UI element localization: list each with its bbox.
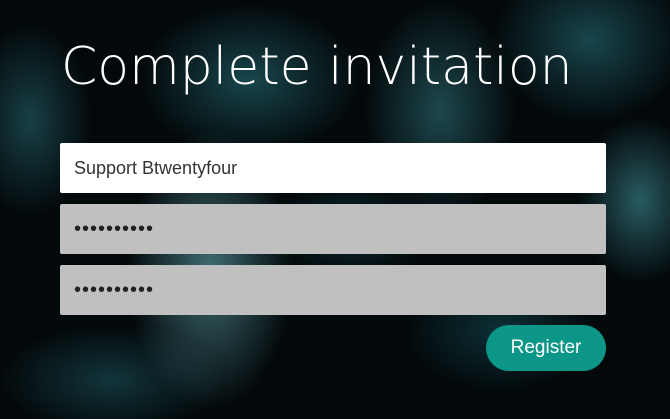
confirm-password-input[interactable] [60,265,606,315]
password-input[interactable] [60,204,606,254]
page-title: Complete invitation [61,37,573,97]
username-input[interactable] [60,143,606,193]
register-button[interactable]: Register [486,325,606,371]
